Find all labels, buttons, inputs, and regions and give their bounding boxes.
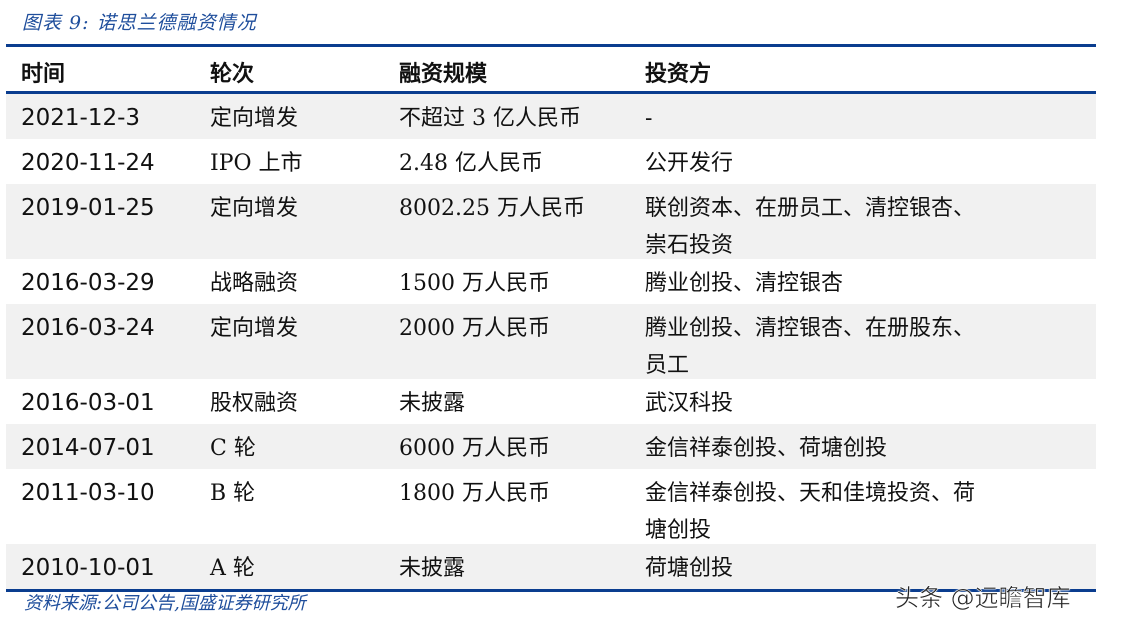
investors-line: - [645,106,653,131]
cell-investors: - [645,100,652,137]
investors-line: 武汉科投 [645,391,734,416]
cell-round: B 轮 [210,481,256,506]
table-row: 2020-11-24 IPO 上市 2.48 亿人民币 公开发行 [6,139,1096,184]
table-row: 2014-07-01 C 轮 6000 万人民币 金信祥泰创投、荷塘创投 [6,424,1096,469]
table-row: 2011-03-10 B 轮 1800 万人民币 金信祥泰创投、天和佳境投资、荷 塘创投 [6,469,1096,544]
cell-date: 2020-11-24 [21,150,155,176]
investors-line: 荷塘创投 [645,556,734,581]
watermark: 头条 @远瞻智库 [895,584,1071,613]
table-row: 2021-12-3 定向增发 不超过 3 亿人民币 - [6,94,1096,139]
header-amount: 融资规模 [399,61,488,87]
financing-table: 时间 轮次 融资规模 投资方 2021-12-3 定向增发 不超过 3 亿人民币 -2… [6,44,1096,592]
table-row: 2016-03-01 股权融资 未披露 武汉科投 [6,379,1096,424]
cell-round: 定向增发 [210,316,299,341]
cell-investors: 腾业创投、清控银杏、在册股东、 员工 [645,310,975,384]
cell-amount: 未披露 [399,556,466,581]
header-date: 时间 [21,62,66,87]
cell-amount: 2000 万人民币 [399,316,550,341]
cell-amount: 未披露 [399,391,466,416]
cell-investors: 联创资本、在册员工、清控银杏、 崇石投资 [645,190,975,264]
table-row: 2016-03-29 战略融资 1500 万人民币 腾业创投、清控银杏 [6,259,1096,304]
cell-round: C 轮 [210,436,256,461]
cell-amount: 不超过 3 亿人民币 [399,106,581,131]
investors-line: 金信祥泰创投、荷塘创投 [645,436,888,461]
cell-investors: 金信祥泰创投、荷塘创投 [645,430,887,467]
cell-round: A 轮 [210,556,255,581]
cell-round: 定向增发 [210,196,299,221]
cell-investors: 公开发行 [645,145,733,182]
investors-line: 腾业创投、清控银杏、在册股东、 [645,316,976,341]
cell-date: 2014-07-01 [21,435,155,461]
cell-date: 2010-10-01 [21,555,155,581]
cell-round: 股权融资 [210,391,299,416]
cell-amount: 2.48 亿人民币 [399,151,543,176]
cell-investors: 腾业创投、清控银杏 [645,265,843,302]
cell-date: 2016-03-29 [21,270,155,296]
source-note: 资料来源:公司公告,国盛证券研究所 [24,593,306,614]
cell-date: 2021-12-3 [21,105,141,131]
header-round: 轮次 [210,61,255,87]
investors-line: 联创资本、在册员工、清控银杏、 [645,196,976,221]
cell-date: 2016-03-01 [21,390,155,416]
cell-date: 2016-03-24 [21,315,155,341]
table-body: 2021-12-3 定向增发 不超过 3 亿人民币 - 2020-11-24 IPO 上市… [6,94,1096,589]
cell-amount: 6000 万人民币 [399,436,550,461]
cell-date: 2011-03-10 [21,480,155,506]
cell-date: 2019-01-25 [21,195,155,221]
header-investors: 投资方 [645,61,712,87]
table-row: 2016-03-24 定向增发 2000 万人民币 腾业创投、清控银杏、在册股东、 员工 [6,304,1096,379]
cell-investors: 荷塘创投 [645,550,733,587]
investors-line: 公开发行 [645,151,734,176]
cell-amount: 8002.25 万人民币 [399,196,585,221]
investors-line: 腾业创投、清控银杏 [645,271,844,296]
cell-round: 定向增发 [210,106,299,131]
table-header: 时间 轮次 融资规模 投资方 [6,47,1096,91]
cell-round: IPO 上市 [210,151,303,176]
cell-amount: 1500 万人民币 [399,271,550,296]
figure-caption: 图表 9: 诺思兰德融资情况 [22,12,257,34]
cell-amount: 1800 万人民币 [399,481,550,506]
investors-line: 金信祥泰创投、天和佳境投资、荷 [645,481,976,506]
cell-investors: 武汉科投 [645,385,733,422]
table-row: 2019-01-25 定向增发 8002.25 万人民币 联创资本、在册员工、清控银杏… [6,184,1096,259]
cell-investors: 金信祥泰创投、天和佳境投资、荷 塘创投 [645,475,975,549]
cell-round: 战略融资 [210,271,299,296]
